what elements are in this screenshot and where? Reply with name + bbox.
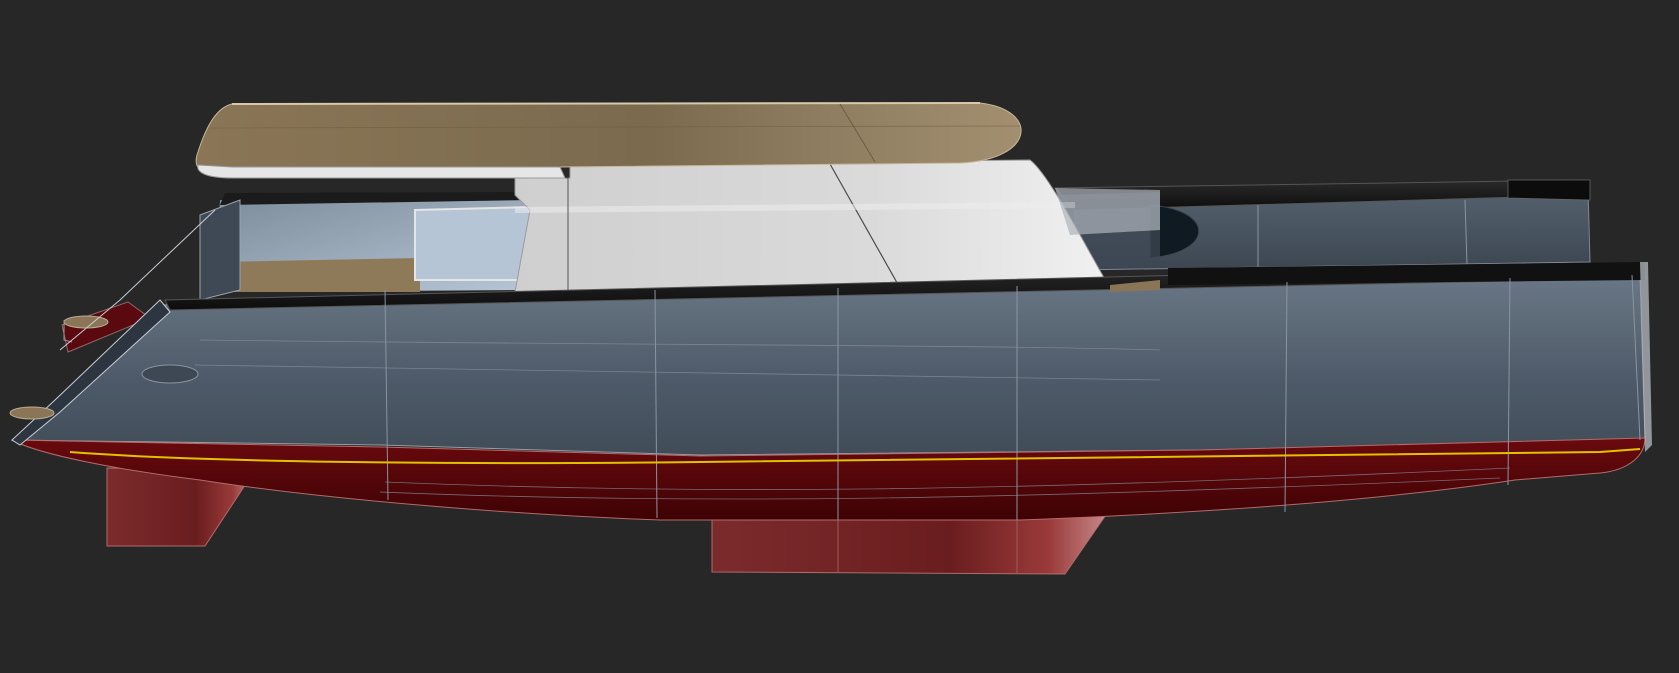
cabin-fwd-glass [1055,188,1160,235]
cabin[interactable] [514,159,1160,293]
saloon-floor [215,258,420,292]
hull-port-aft-cap [1507,179,1591,201]
bow-hatch [9,406,55,420]
catamaran-render [9,102,1652,575]
model-viewport[interactable] [0,0,1679,673]
deck-hatch [141,364,199,384]
cabin-side [514,159,1111,293]
saloon-aft-post [199,199,241,301]
saloon-door-frame [414,205,533,281]
bridgedeck[interactable] [199,192,535,301]
hardtop-top-edge [231,102,981,105]
hardtop-fascia [197,164,566,179]
